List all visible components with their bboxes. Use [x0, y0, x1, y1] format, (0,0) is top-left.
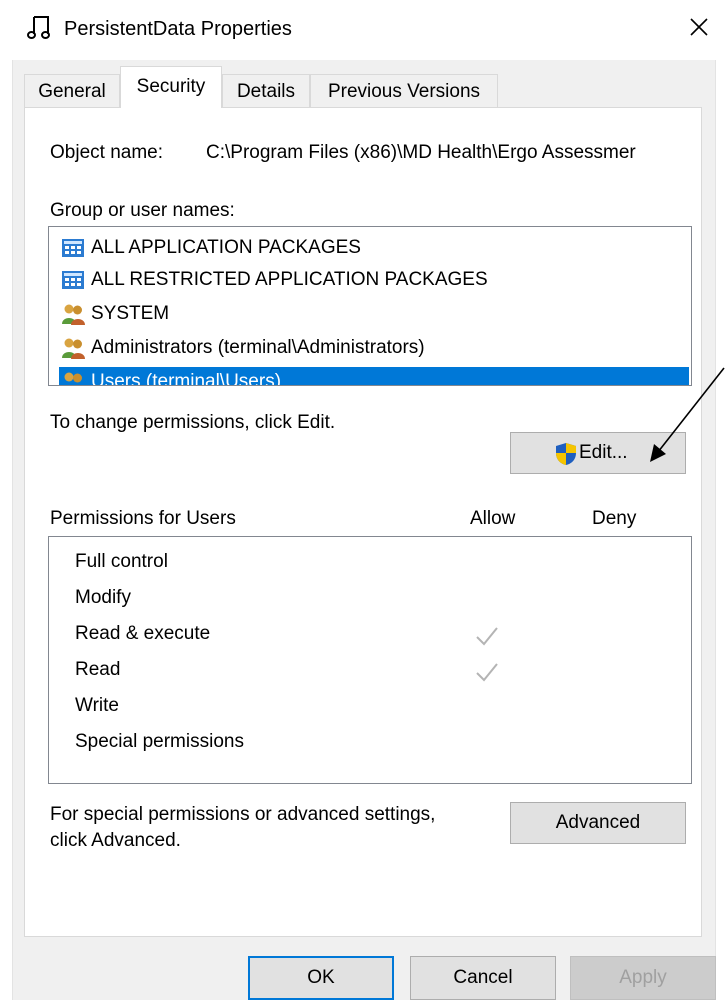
- list-item-administrators[interactable]: Administrators (terminal\Administrators): [61, 333, 431, 363]
- list-item-all-restricted-application-packages[interactable]: ALL RESTRICTED APPLICATION PACKAGES: [61, 265, 494, 295]
- tab-label: Details: [236, 81, 296, 102]
- allow-column-header: Allow: [470, 508, 516, 529]
- permission-modify: Modify: [75, 587, 131, 608]
- tab-details[interactable]: Details: [222, 74, 310, 107]
- list-item-system[interactable]: SYSTEM: [61, 299, 175, 329]
- user-group-icon: [62, 338, 85, 359]
- list-item-label: ALL RESTRICTED APPLICATION PACKAGES: [91, 269, 488, 290]
- advanced-hint-line1: For special permissions or advanced sett…: [50, 804, 436, 825]
- advanced-button[interactable]: Advanced: [510, 802, 686, 844]
- permissions-list: Full control Modify Read & execute Read …: [48, 536, 692, 784]
- group-or-user-names-label: Group or user names:: [50, 200, 235, 221]
- tab-label: Security: [136, 76, 206, 97]
- tab-general[interactable]: General: [24, 74, 120, 107]
- list-item-users[interactable]: Users (terminal\Users): [59, 367, 689, 386]
- annotation-arrow: [650, 367, 725, 462]
- apply-button[interactable]: Apply: [570, 956, 716, 1000]
- change-permissions-hint: To change permissions, click Edit.: [50, 412, 336, 433]
- app-package-icon: [62, 271, 84, 289]
- tab-security[interactable]: Security: [120, 66, 222, 108]
- list-item-label: Administrators (terminal\Administrators): [91, 337, 425, 358]
- list-item-label: SYSTEM: [91, 303, 170, 324]
- object-name-label: Object name:: [50, 142, 163, 163]
- permissions-for-users-label: Permissions for Users: [50, 508, 236, 529]
- music-note-file-icon: [27, 16, 50, 39]
- allow-read-execute-check-icon: [476, 627, 498, 646]
- list-item-label: ALL APPLICATION PACKAGES: [91, 237, 361, 258]
- cancel-button[interactable]: Cancel: [410, 956, 556, 1000]
- object-name-value: C:\Program Files (x86)\MD Health\Ergo As…: [206, 142, 636, 163]
- advanced-hint-line2: click Advanced.: [50, 830, 181, 851]
- edit-button-label: Edit...: [579, 442, 628, 463]
- ok-button[interactable]: OK: [248, 956, 394, 1000]
- list-item-label: Users (terminal\Users): [91, 371, 282, 386]
- app-package-icon: [62, 239, 84, 257]
- group-or-user-names-list[interactable]: ALL APPLICATION PACKAGES ALL RESTRICTED …: [48, 226, 692, 386]
- allow-read-check-icon: [476, 663, 498, 682]
- uac-shield-icon: [556, 443, 576, 465]
- permission-write: Write: [75, 695, 119, 716]
- window-title: PersistentData Properties: [64, 18, 292, 40]
- list-item-all-application-packages[interactable]: ALL APPLICATION PACKAGES: [61, 233, 367, 263]
- deny-column-header: Deny: [592, 508, 637, 529]
- permission-special: Special permissions: [75, 731, 244, 752]
- permission-read: Read: [75, 659, 121, 680]
- permission-full-control: Full control: [75, 551, 168, 572]
- user-group-icon: [62, 304, 85, 325]
- tab-previous-versions[interactable]: Previous Versions: [310, 74, 498, 107]
- permission-read-execute: Read & execute: [75, 623, 211, 644]
- user-group-icon: [64, 372, 82, 383]
- tab-label: General: [38, 81, 106, 102]
- close-icon[interactable]: [686, 14, 712, 40]
- tab-label: Previous Versions: [327, 81, 481, 102]
